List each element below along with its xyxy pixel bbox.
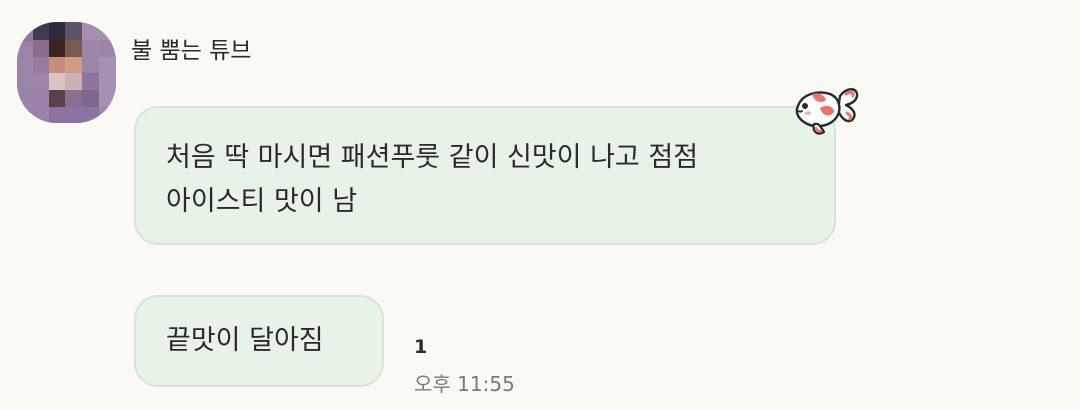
message-text-line: 아이스티 맛이 남 <box>166 186 358 217</box>
message-timestamp: 오후 11:55 <box>414 372 515 396</box>
sender-name[interactable]: 불 뿜는 튜브 <box>131 31 251 65</box>
message-bubble[interactable]: 처음 딱 마시면 패션푸룻 같이 신맛이 나고 점점 아이스티 맛이 남 <box>134 106 836 245</box>
unread-count: 1 <box>414 336 428 358</box>
goldfish-icon <box>795 88 859 135</box>
avatar[interactable] <box>17 22 116 123</box>
message-bubble[interactable]: 끝맛이 달아짐 <box>134 295 384 387</box>
message-text-line: 처음 딱 마시면 패션푸룻 같이 신맛이 나고 점점 <box>166 142 699 173</box>
message-text: 끝맛이 달아짐 <box>166 325 324 356</box>
